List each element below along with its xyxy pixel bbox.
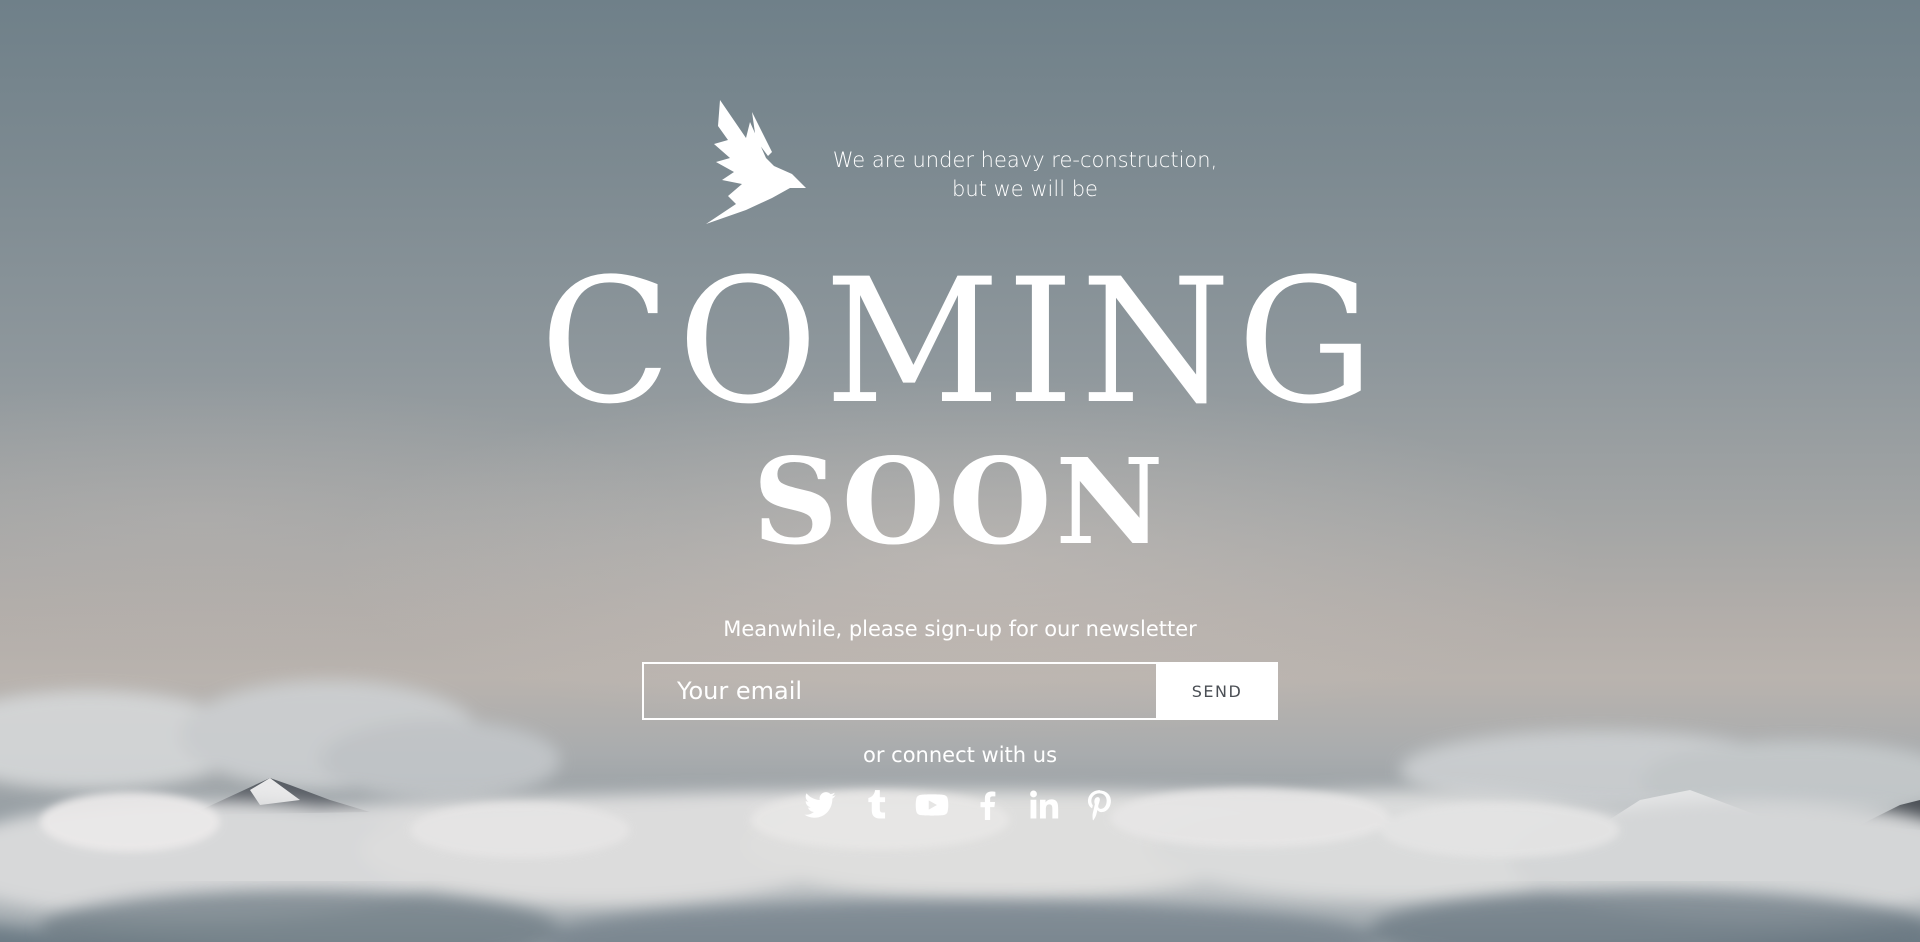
facebook-icon (980, 791, 996, 821)
linkedin-icon (1030, 790, 1059, 819)
bird-icon (706, 100, 806, 224)
newsletter-form: SEND (642, 662, 1278, 720)
social-links (0, 788, 1920, 828)
tagline-line-1: We are under heavy re-construction, (832, 148, 1218, 172)
send-button[interactable]: SEND (1156, 662, 1278, 720)
youtube-icon (915, 794, 949, 816)
social-link-twitter[interactable] (803, 788, 837, 822)
pinterest-icon (1087, 790, 1111, 821)
social-link-linkedin[interactable] (1027, 788, 1061, 822)
headline-soon: SOON (752, 432, 1168, 571)
headline-coming: COMING (539, 241, 1381, 442)
twitter-icon (804, 792, 836, 818)
social-link-pinterest[interactable] (1083, 788, 1117, 822)
email-input[interactable] (642, 662, 1156, 720)
coming-soon-page: We are under heavy re-construction, but … (0, 0, 1920, 942)
tagline-line-2: but we will be (952, 177, 1098, 201)
connect-prompt: or connect with us (862, 743, 1058, 767)
tagline: We are under heavy re-construction, but … (820, 146, 1230, 204)
tumblr-icon (868, 790, 886, 819)
social-link-tumblr[interactable] (859, 788, 893, 822)
social-link-facebook[interactable] (971, 788, 1005, 822)
newsletter-prompt: Meanwhile, please sign-up for our newsle… (723, 617, 1197, 641)
social-link-youtube[interactable] (915, 788, 949, 822)
